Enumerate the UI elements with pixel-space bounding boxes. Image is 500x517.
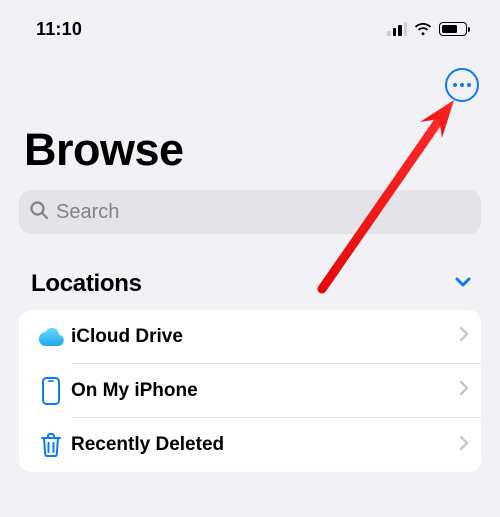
list-item-label: Recently Deleted <box>71 434 224 456</box>
list-item-label: On My iPhone <box>71 380 198 402</box>
list-item-on-my-iphone[interactable]: On My iPhone <box>19 364 481 418</box>
page-title: Browse <box>0 106 500 190</box>
chevron-right-icon <box>459 326 469 347</box>
list-item-icloud-drive[interactable]: iCloud Drive <box>19 310 481 364</box>
toolbar <box>0 50 500 106</box>
list-item-recently-deleted[interactable]: Recently Deleted <box>19 418 481 472</box>
signal-icon <box>387 22 407 36</box>
status-indicators <box>387 22 470 36</box>
search-field[interactable] <box>19 190 481 234</box>
locations-section: Locations <box>0 252 500 472</box>
wifi-icon <box>413 22 433 36</box>
status-bar: 11:10 <box>0 0 500 50</box>
chevron-down-icon <box>453 272 473 297</box>
iphone-icon <box>31 377 71 405</box>
search-icon <box>29 200 49 225</box>
chevron-right-icon <box>459 435 469 456</box>
more-options-button[interactable] <box>445 68 479 102</box>
ellipsis-icon <box>453 83 457 87</box>
list-item-label: iCloud Drive <box>71 326 183 348</box>
section-title: Locations <box>31 270 142 298</box>
search-input[interactable] <box>56 201 471 224</box>
locations-header[interactable]: Locations <box>19 258 481 310</box>
trash-icon <box>31 432 71 458</box>
icloud-icon <box>31 326 71 348</box>
locations-list: iCloud Drive On My iPhone <box>19 310 481 472</box>
chevron-right-icon <box>459 380 469 401</box>
status-time: 11:10 <box>36 19 82 40</box>
battery-icon <box>439 22 470 36</box>
